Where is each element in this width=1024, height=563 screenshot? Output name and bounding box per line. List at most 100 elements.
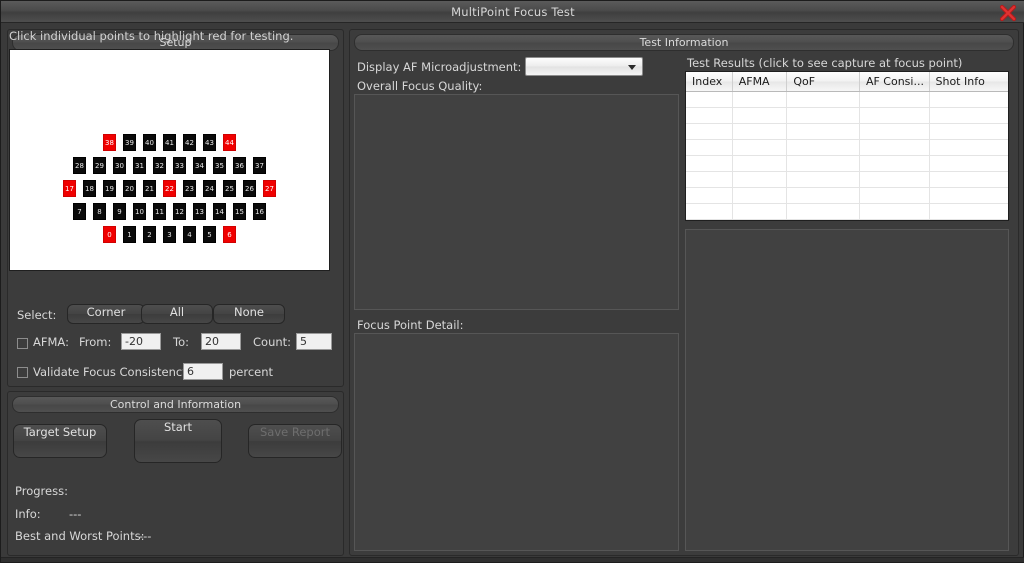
table-row-empty[interactable] xyxy=(686,172,1008,188)
select-all-button[interactable]: All xyxy=(141,304,213,324)
focus-point-6[interactable]: 6 xyxy=(223,225,236,243)
focus-point-21[interactable]: 21 xyxy=(143,179,156,197)
table-cell xyxy=(860,156,930,171)
focus-point-34[interactable]: 34 xyxy=(193,156,206,174)
table-row-empty[interactable] xyxy=(686,92,1008,108)
table-row-empty[interactable] xyxy=(686,156,1008,172)
focus-point-30[interactable]: 30 xyxy=(113,156,126,174)
focus-point-20[interactable]: 20 xyxy=(123,179,136,197)
close-icon[interactable] xyxy=(995,2,1021,24)
table-cell xyxy=(860,140,930,155)
table-cell xyxy=(733,188,788,203)
focus-point-grid[interactable]: 38 39 40 41 42 43 44 28 29 30 31 32 33 34 35 36 37 17 18 19… xyxy=(9,49,330,271)
focus-point-35[interactable]: 35 xyxy=(213,156,226,174)
table-cell xyxy=(860,124,930,139)
focus-point-33[interactable]: 33 xyxy=(173,156,186,174)
table-cell xyxy=(787,156,860,171)
focus-point-41[interactable]: 41 xyxy=(163,133,176,151)
table-column-header[interactable]: QoF xyxy=(787,72,860,91)
focus-point-8[interactable]: 8 xyxy=(93,202,106,220)
focus-point-13[interactable]: 13 xyxy=(193,202,206,220)
focus-point-24[interactable]: 24 xyxy=(203,179,216,197)
focus-point-16[interactable]: 16 xyxy=(253,202,266,220)
table-row-empty[interactable] xyxy=(686,124,1008,140)
focus-point-25[interactable]: 25 xyxy=(223,179,236,197)
display-af-microadjustment-combobox[interactable] xyxy=(525,57,643,76)
focus-point-11[interactable]: 11 xyxy=(153,202,166,220)
focus-point-14[interactable]: 14 xyxy=(213,202,226,220)
afma-count-input[interactable]: 5 xyxy=(296,333,332,350)
table-cell xyxy=(686,188,733,203)
table-cell xyxy=(860,188,930,203)
afma-from-input[interactable]: -20 xyxy=(121,333,161,350)
table-column-header[interactable]: AFMA xyxy=(733,72,788,91)
focus-point-31[interactable]: 31 xyxy=(133,156,146,174)
table-cell xyxy=(733,156,788,171)
afma-to-input[interactable]: 20 xyxy=(201,333,241,350)
table-body[interactable] xyxy=(686,92,1008,220)
table-row-empty[interactable] xyxy=(686,140,1008,156)
focus-point-40[interactable]: 40 xyxy=(143,133,156,151)
focus-point-29[interactable]: 29 xyxy=(93,156,106,174)
status-bar xyxy=(1,557,1024,562)
start-button[interactable]: Start xyxy=(134,419,222,463)
focus-point-28[interactable]: 28 xyxy=(73,156,86,174)
focus-point-32[interactable]: 32 xyxy=(153,156,166,174)
focus-point-2[interactable]: 2 xyxy=(143,225,156,243)
focus-point-44[interactable]: 44 xyxy=(223,133,236,151)
focus-point-4[interactable]: 4 xyxy=(183,225,196,243)
table-row-empty[interactable] xyxy=(686,108,1008,124)
test-results-table[interactable]: Index AFMA QoF AF Consi... Shot Info xyxy=(685,71,1009,221)
focus-point-detail-textbox[interactable] xyxy=(354,333,679,551)
table-column-header[interactable]: Shot Info xyxy=(930,72,1009,91)
multipoint-focus-test-window: MultiPoint Focus Test Setup Click indivi… xyxy=(0,0,1024,563)
focus-point-5[interactable]: 5 xyxy=(203,225,216,243)
focus-point-10[interactable]: 10 xyxy=(133,202,146,220)
select-corner-button[interactable]: Corner xyxy=(67,304,145,324)
afma-from-label: From: xyxy=(79,335,112,349)
save-report-button[interactable]: Save Report xyxy=(248,424,342,458)
focus-point-37[interactable]: 37 xyxy=(253,156,266,174)
table-cell xyxy=(930,140,1009,155)
table-cell xyxy=(686,108,733,123)
focus-point-row: 7 8 9 10 11 12 13 14 15 16 xyxy=(10,202,329,220)
focus-point-12[interactable]: 12 xyxy=(173,202,186,220)
focus-point-1[interactable]: 1 xyxy=(123,225,136,243)
focus-point-23[interactable]: 23 xyxy=(183,179,196,197)
table-column-header[interactable]: Index xyxy=(686,72,733,91)
table-cell xyxy=(930,92,1009,107)
validate-focus-consistency-checkbox[interactable] xyxy=(17,367,28,378)
focus-point-19[interactable]: 19 xyxy=(103,179,116,197)
focus-point-38[interactable]: 38 xyxy=(103,133,116,151)
focus-point-9[interactable]: 9 xyxy=(113,202,126,220)
focus-point-15[interactable]: 15 xyxy=(233,202,246,220)
table-row-empty[interactable] xyxy=(686,204,1008,220)
chevron-down-icon xyxy=(628,65,636,70)
select-none-button[interactable]: None xyxy=(213,304,285,324)
validate-percent-input[interactable]: 6 xyxy=(183,363,223,380)
focus-point-36[interactable]: 36 xyxy=(233,156,246,174)
focus-point-7[interactable]: 7 xyxy=(73,202,86,220)
focus-point-3[interactable]: 3 xyxy=(163,225,176,243)
afma-checkbox[interactable] xyxy=(17,338,28,349)
focus-point-42[interactable]: 42 xyxy=(183,133,196,151)
focus-point-0[interactable]: 0 xyxy=(103,225,116,243)
target-setup-button[interactable]: Target Setup xyxy=(13,424,107,458)
test-information-header: Test Information xyxy=(354,34,1014,51)
focus-point-43[interactable]: 43 xyxy=(203,133,216,151)
table-cell xyxy=(686,92,733,107)
focus-point-27[interactable]: 27 xyxy=(263,179,276,197)
focus-point-17[interactable]: 17 xyxy=(63,179,76,197)
table-row-empty[interactable] xyxy=(686,188,1008,204)
focus-point-row: 0123456 xyxy=(10,225,329,243)
focus-point-row: 28 29 30 31 32 33 34 35 36 37 xyxy=(10,156,329,174)
focus-point-26[interactable]: 26 xyxy=(243,179,256,197)
focus-point-22[interactable]: 22 xyxy=(163,179,176,197)
overall-focus-quality-textbox[interactable] xyxy=(354,94,679,310)
focus-point-39[interactable]: 39 xyxy=(123,133,136,151)
table-cell xyxy=(733,92,788,107)
table-column-header[interactable]: AF Consi... xyxy=(860,72,930,91)
capture-preview-box[interactable] xyxy=(685,229,1009,551)
window-title: MultiPoint Focus Test xyxy=(451,5,575,19)
focus-point-18[interactable]: 18 xyxy=(83,179,96,197)
